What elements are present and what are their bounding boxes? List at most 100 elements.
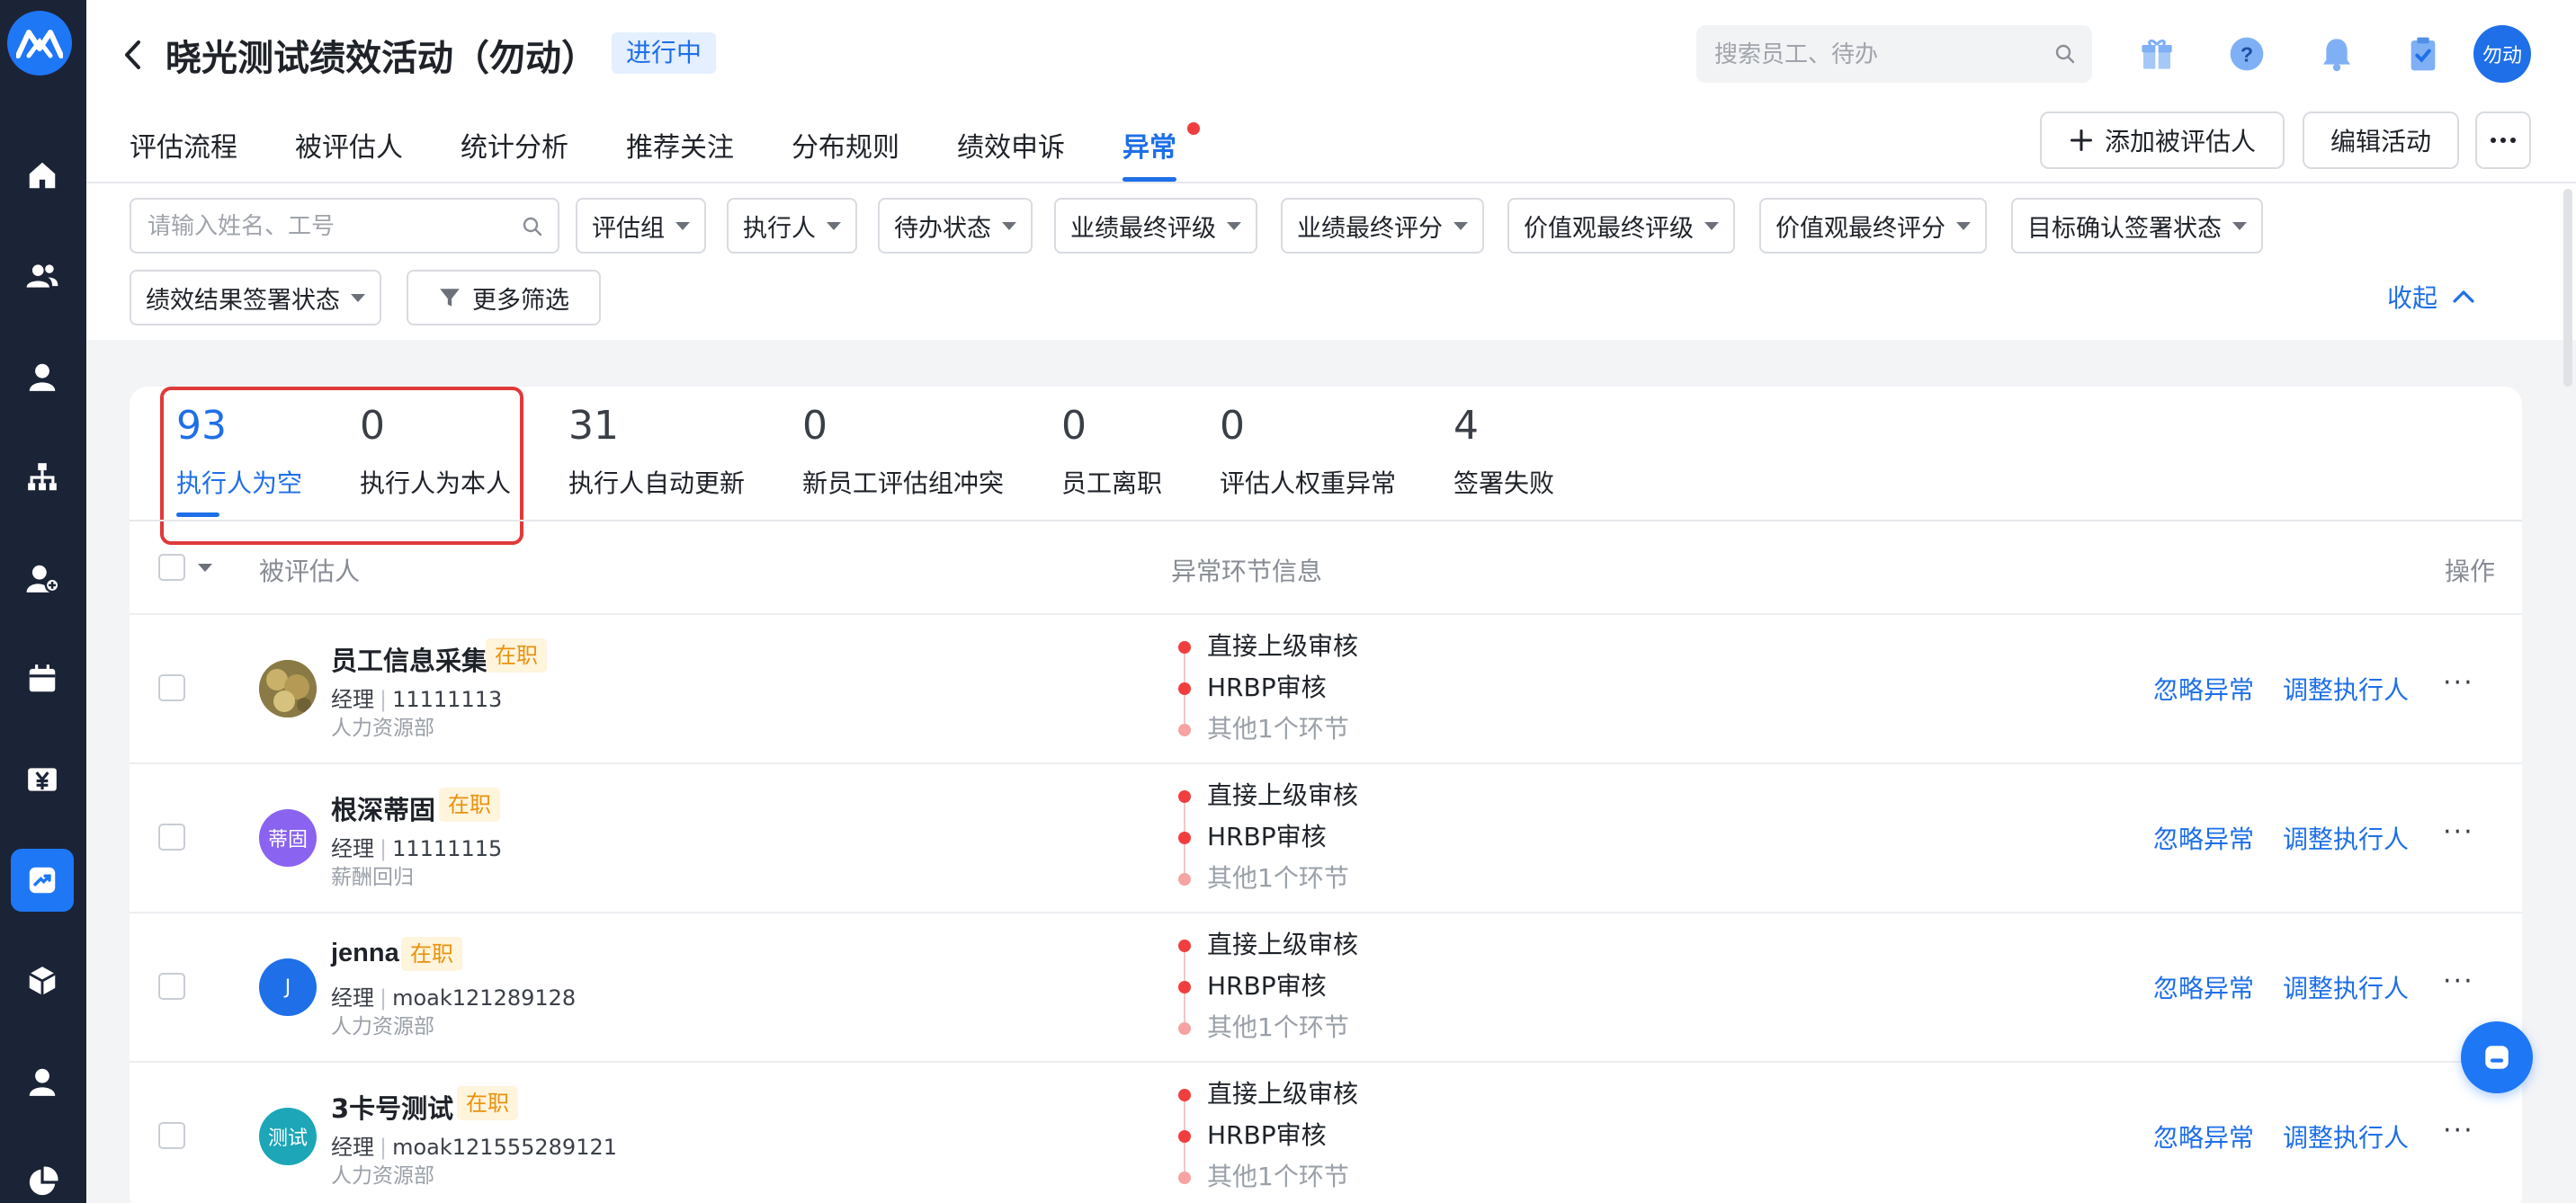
exception-step: HRBP审核 [1178,667,1358,708]
table-row: 测试 3卡号测试 在职 经理 | moak121555289121 人力资源部 直接… [130,1063,2522,1203]
bell-icon[interactable] [2313,31,2360,77]
filter-todo-status[interactable]: 待办状态 [878,198,1033,254]
row-more-icon[interactable]: ··· [2443,667,2474,699]
person-title-id: 经理 | 11111113 [331,687,503,712]
person-id: moak121289128 [392,985,577,1011]
ignore-exception-link[interactable]: 忽略异常 [2153,1118,2254,1154]
search-icon[interactable] [522,216,543,237]
collapse-label: 收起 [2387,283,2438,313]
team-icon[interactable] [11,245,74,307]
ignore-exception-link[interactable]: 忽略异常 [2153,820,2254,856]
row-checkbox[interactable] [158,1122,185,1149]
tab-evaluatees[interactable]: 被评估人 [295,128,403,183]
add-evaluatee-button[interactable]: 添加被评估人 [2040,111,2285,169]
person-title: 经理 [331,687,374,712]
org-chart-icon[interactable] [11,446,74,509]
person-name[interactable]: 3卡号测试 [331,1088,453,1126]
filter-goal-sign-status[interactable]: 目标确认签署状态 [2011,198,2263,254]
select-options-caret-icon[interactable] [198,564,212,572]
row-checkbox[interactable] [158,973,185,1000]
more-filters-button[interactable]: 更多筛选 [407,270,601,325]
stat-sign-failed[interactable]: 4 签署失败 [1453,399,1554,500]
exception-step-more[interactable]: 其他1个环节 [1178,1156,1358,1198]
person-title: 经理 [331,836,374,861]
ignore-exception-link[interactable]: 忽略异常 [2153,671,2254,707]
global-search[interactable] [1696,25,2092,83]
tab-recommended[interactable]: 推荐关注 [626,128,734,183]
filter-executor[interactable]: 执行人 [727,198,857,254]
person-title-id: 经理 | moak121555289121 [331,1135,617,1160]
stat-employee-resigned[interactable]: 0 员工离职 [1061,399,1162,500]
home-icon[interactable] [11,144,74,207]
filter-result-sign-status[interactable]: 绩效结果签署状态 [130,270,381,325]
profile-icon[interactable] [11,1050,74,1113]
tab-statistics[interactable]: 统计分析 [461,128,568,183]
tab-evaluation-process[interactable]: 评估流程 [130,128,237,183]
collapse-filters-toggle[interactable]: 收起 [2387,279,2475,315]
app-logo-icon[interactable] [7,11,72,76]
stat-evaluator-weight-exception[interactable]: 0 评估人权重异常 [1220,399,1396,500]
global-search-input[interactable] [1696,25,2020,83]
page-title: 晓光测试绩效活动（勿动） [165,38,597,79]
exception-step-more[interactable]: 其他1个环节 [1178,858,1358,899]
calendar-icon[interactable] [11,647,74,710]
svg-text:?: ? [2241,42,2253,66]
chat-assistant-button[interactable] [2461,1021,2533,1093]
person-name[interactable]: 根深蒂固 [331,789,435,827]
stat-label: 员工离职 [1061,468,1163,498]
row-checkbox[interactable] [158,674,185,701]
todo-clipboard-icon[interactable] [2400,31,2446,77]
person-name[interactable]: jenna [331,939,399,968]
ignore-exception-link[interactable]: 忽略异常 [2153,969,2254,1005]
step-label: 其他1个环节 [1207,863,1349,893]
person-name[interactable]: 员工信息采集 [331,640,487,678]
adjust-executor-link[interactable]: 调整执行人 [2283,671,2409,707]
select-all-checkbox[interactable] [158,554,185,581]
name-search-input[interactable] [131,200,515,252]
back-arrow-icon[interactable] [122,34,149,76]
step-label: 直接上级审核 [1207,930,1359,959]
person-icon[interactable] [11,345,74,408]
stat-executor-auto-update[interactable]: 31 执行人自动更新 [568,399,745,500]
adjust-executor-link[interactable]: 调整执行人 [2283,1118,2409,1154]
filter-performance-final-rating[interactable]: 业绩最终评级 [1054,198,1257,254]
tab-distribution-rules[interactable]: 分布规则 [792,128,899,183]
filter-evaluation-group[interactable]: 评估组 [576,198,706,254]
gift-icon[interactable] [2133,31,2180,77]
filter-performance-final-score[interactable]: 业绩最终评分 [1281,198,1484,254]
step-dot [1178,790,1191,803]
salary-icon[interactable] [11,748,74,811]
caret-down-icon [675,221,690,230]
row-more-icon[interactable]: ··· [2443,1115,2474,1146]
tab-appeals[interactable]: 绩效申诉 [957,128,1065,183]
performance-icon[interactable] [11,849,74,912]
user-avatar[interactable]: 勿动 [2473,25,2531,83]
edit-activity-button[interactable]: 编辑活动 [2303,111,2459,169]
pie-chart-icon[interactable] [11,1151,74,1203]
exception-steps: 直接上级审核 HRBP审核 其他1个环节 [1178,626,1358,750]
adjust-executor-link[interactable]: 调整执行人 [2283,969,2409,1005]
adjust-executor-link[interactable]: 调整执行人 [2283,820,2409,856]
search-icon[interactable] [2054,43,2076,68]
exception-step: 直接上级审核 [1178,626,1358,667]
filter-values-final-score[interactable]: 价值观最终评分 [1759,198,1987,254]
name-search-field[interactable] [130,198,559,254]
row-more-icon[interactable]: ··· [2443,966,2474,997]
stat-new-employee-group-conflict[interactable]: 0 新员工评估组冲突 [802,399,1004,500]
add-person-icon[interactable] [11,547,74,610]
tab-exceptions[interactable]: 异常 [1123,122,1200,183]
filter-values-final-rating[interactable]: 价值观最终评级 [1507,198,1735,254]
exception-step-more[interactable]: 其他1个环节 [1178,1007,1358,1048]
help-icon[interactable]: ? [2223,31,2270,77]
page-scrollbar[interactable] [2563,189,2572,387]
more-actions-button[interactable] [2475,111,2531,169]
step-dot [1178,940,1191,952]
notification-dot [1187,122,1200,135]
filter-label: 目标确认签署状态 [2027,214,2222,243]
step-label: HRBP审核 [1207,822,1327,851]
row-more-icon[interactable]: ··· [2443,816,2474,848]
exception-step-more[interactable]: 其他1个环节 [1178,708,1358,750]
step-dot [1178,724,1191,736]
cube-icon[interactable] [11,949,74,1012]
row-checkbox[interactable] [158,824,185,851]
